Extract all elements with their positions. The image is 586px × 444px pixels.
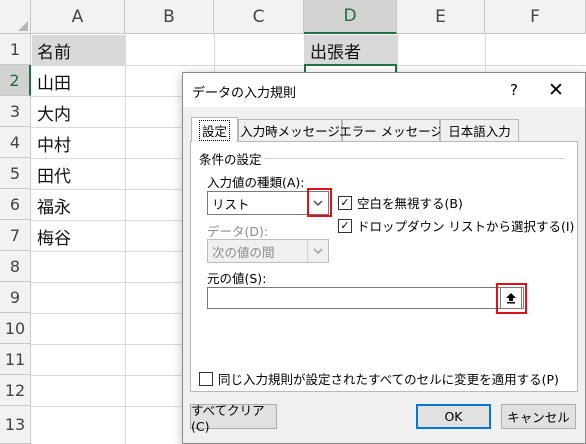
column-header-b[interactable]: B (125, 0, 214, 34)
dropdown-label: ドロップダウン リストから選択する(I) (357, 219, 575, 234)
row-header-10[interactable]: 10 (0, 313, 31, 344)
column-header-d[interactable]: D (304, 0, 397, 34)
tab-settings-label: 設定 (198, 119, 230, 141)
row-header-9[interactable]: 9 (0, 282, 31, 313)
cell-a3[interactable]: 大内 (32, 97, 125, 127)
row-header-8[interactable]: 8 (0, 251, 31, 282)
clear-all-button[interactable]: すべてクリア(C) (190, 403, 277, 434)
dropdown-checkbox[interactable]: ✓ ドロップダウン リストから選択する(I) (338, 216, 574, 235)
checkmark-icon: ✓ (338, 218, 352, 233)
row-header-1[interactable]: 1 (0, 34, 31, 65)
row-header-6[interactable]: 6 (0, 189, 31, 220)
column-header-a[interactable]: A (31, 0, 125, 34)
chevron-down-icon (307, 240, 328, 262)
cell-d1[interactable]: 出張者 (305, 35, 397, 65)
source-input[interactable] (207, 287, 524, 309)
row-header-5[interactable]: 5 (0, 158, 31, 189)
apply-all-label: 同じ入力規則が設定されたすべてのセルに変更を適用する(P) (218, 372, 559, 387)
cell-a4[interactable]: 中村 (32, 128, 125, 158)
allow-label: 入力値の種類(A): (207, 175, 305, 190)
data-validation-dialog: データの入力規則 ? ✕ 設定 入力時メッセージ エラー メッセージ 日本語入力… (182, 72, 586, 444)
cell-a5[interactable]: 田代 (32, 159, 125, 189)
source-label: 元の値(S): (207, 271, 267, 286)
checkbox-empty-icon (199, 371, 213, 386)
tab-settings[interactable]: 設定 (191, 117, 238, 142)
group-divider (265, 158, 565, 159)
checkmark-icon: ✓ (338, 195, 352, 210)
column-header-f[interactable]: F (485, 0, 586, 34)
dialog-titlebar[interactable]: データの入力規則 ? ✕ (183, 73, 585, 107)
row-header-13[interactable]: 13 (0, 406, 31, 444)
allow-value: リスト (212, 196, 250, 212)
select-all-corner[interactable] (0, 0, 31, 34)
cell-a1[interactable]: 名前 (32, 35, 125, 65)
ignore-blank-checkbox[interactable]: ✓ 空白を無視する(B) (338, 193, 463, 212)
group-title: 条件の設定 (199, 152, 262, 167)
row-header-2[interactable]: 2 (0, 65, 31, 96)
row-header-12[interactable]: 12 (0, 375, 31, 406)
gridline (125, 34, 126, 444)
row-header-11[interactable]: 11 (0, 344, 31, 375)
data-label: データ(D): (207, 224, 269, 239)
tab-input-message[interactable]: 入力時メッセージ (238, 119, 342, 141)
column-header-c[interactable]: C (214, 0, 304, 34)
data-dropdown: 次の値の間 (207, 239, 329, 263)
cell-a6[interactable]: 福永 (32, 190, 125, 220)
close-button[interactable]: ✕ (543, 77, 569, 103)
help-button[interactable]: ? (501, 77, 527, 103)
cancel-button[interactable]: キャンセル (501, 404, 576, 429)
dialog-title: データの入力規則 (192, 86, 297, 101)
tab-ime[interactable]: 日本語入力 (440, 119, 519, 141)
row-header-3[interactable]: 3 (0, 96, 31, 127)
column-header-e[interactable]: E (397, 0, 485, 34)
cell-a2[interactable]: 山田 (32, 66, 125, 96)
row-header-4[interactable]: 4 (0, 127, 31, 158)
apply-all-checkbox[interactable]: 同じ入力規則が設定されたすべてのセルに変更を適用する(P) (199, 369, 559, 388)
row-header-7[interactable]: 7 (0, 220, 31, 251)
ignore-blank-label: 空白を無視する(B) (357, 196, 463, 211)
highlight-box (496, 283, 527, 314)
data-value: 次の値の間 (212, 244, 275, 260)
highlight-box (307, 188, 332, 217)
tab-error-message[interactable]: エラー メッセージ (339, 119, 443, 141)
ok-button[interactable]: OK (416, 404, 491, 429)
cell-a7[interactable]: 梅谷 (32, 221, 125, 251)
